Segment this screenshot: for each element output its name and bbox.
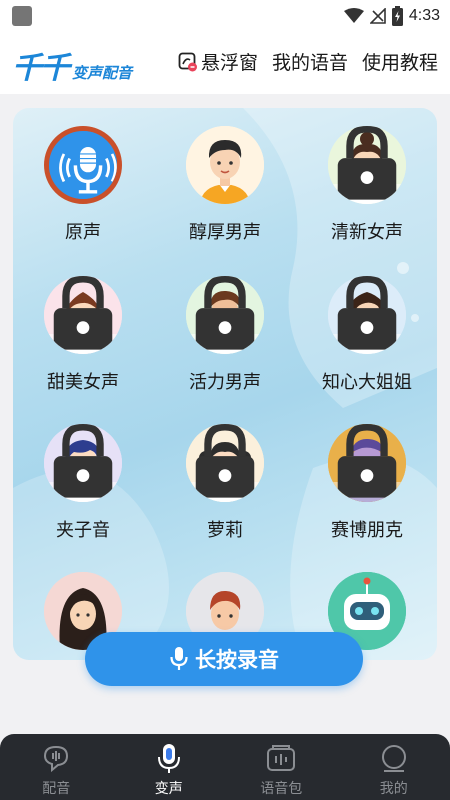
logo-sub-text: 变声配音 (72, 64, 133, 82)
voice-item-energetic-male[interactable]: 活力男声 (155, 276, 295, 394)
voice-label: 夹子音 (56, 520, 110, 541)
status-icons: 4:33 (343, 5, 440, 27)
tab-voice-pack[interactable]: 语音包 (225, 734, 338, 800)
lock-icon (337, 424, 397, 498)
my-voice-label: 我的语音 (271, 52, 348, 74)
voice-label: 甜美女声 (47, 372, 119, 393)
bottom-nav: 配音 变声 语音包 我的 (0, 734, 450, 800)
floating-window-button[interactable]: 悬浮窗 (178, 48, 258, 75)
record-button-label: 长按录音 (195, 648, 279, 672)
boy-green-avatar (186, 276, 264, 354)
wifi-icon (343, 8, 364, 23)
voice-item-cyberpunk[interactable]: 赛博朋克 (297, 424, 437, 542)
microphone-icon (49, 131, 117, 199)
logo-main-text: 千千 (12, 51, 70, 86)
voice-item-clip-voice[interactable]: 夹子音 (13, 424, 153, 542)
floating-window-icon (178, 52, 197, 71)
lock-icon (53, 276, 113, 350)
signal-icon (369, 8, 386, 24)
tab-profile[interactable]: 我的 (338, 734, 450, 800)
microphone-icon (170, 647, 188, 670)
status-bar: 4:33 (0, 0, 450, 32)
battery-icon (391, 6, 403, 26)
app-notification-icon (12, 6, 32, 26)
voice-label: 赛博朋克 (331, 520, 403, 541)
tab-voice-change[interactable]: 变声 (113, 734, 226, 800)
cyber-robot-avatar (328, 424, 406, 502)
dubbing-icon (44, 745, 69, 773)
man-avatar-illustration (186, 126, 264, 204)
app-logo: 千千 变声配音 (12, 46, 132, 86)
clock: 4:33 (408, 7, 440, 24)
man-orange-avatar (186, 126, 264, 204)
tab-label: 我的 (379, 781, 408, 797)
voice-item-loli[interactable]: 萝莉 (155, 424, 295, 542)
tutorial-link[interactable]: 使用教程 (362, 48, 438, 75)
lock-icon (195, 424, 255, 498)
voice-selection-card: 原声 醇厚男声 清新女声 甜美女声 活力男声 知心大姐姐 夹子音 萝莉 赛博朋克 (13, 108, 437, 660)
tab-label: 配音 (42, 781, 71, 797)
voice-label: 清新女声 (331, 222, 403, 243)
profile-icon (381, 745, 406, 772)
lock-icon (53, 424, 113, 498)
voice-item-sweet-female[interactable]: 甜美女声 (13, 276, 153, 394)
voice-label: 知心大姐姐 (322, 372, 412, 393)
voice-label: 萝莉 (207, 520, 243, 541)
voice-item-caring-sister[interactable]: 知心大姐姐 (297, 276, 437, 394)
voice-label: 活力男声 (189, 372, 261, 393)
header-nav: 悬浮窗 我的语音 使用教程 (178, 48, 438, 75)
hold-to-record-button[interactable]: 长按录音 (85, 632, 363, 686)
voice-label: 原声 (65, 222, 101, 243)
voice-item-fresh-female[interactable]: 清新女声 (297, 126, 437, 244)
girl-blue-hair-avatar (44, 424, 122, 502)
voice-change-mic-icon (157, 744, 180, 773)
voice-item-mellow-male[interactable]: 醇厚男声 (155, 126, 295, 244)
voice-pack-icon (267, 745, 296, 771)
microphone-avatar (44, 126, 122, 204)
app-header: 千千 变声配音 悬浮窗 我的语音 使用教程 (0, 32, 450, 94)
lock-icon (337, 276, 397, 350)
voice-item-original[interactable]: 原声 (13, 126, 153, 244)
tab-label: 语音包 (260, 781, 303, 797)
floating-window-label: 悬浮窗 (200, 52, 258, 74)
tutorial-label: 使用教程 (361, 52, 438, 74)
woman-bun-avatar (328, 126, 406, 204)
girl-pigtails-avatar (186, 424, 264, 502)
girl-glasses-avatar (44, 276, 122, 354)
lock-icon (337, 126, 397, 200)
woman-long-hair-avatar (328, 276, 406, 354)
lock-icon (195, 276, 255, 350)
tab-dubbing[interactable]: 配音 (0, 734, 113, 800)
tab-label: 变声 (154, 781, 183, 797)
my-voice-link[interactable]: 我的语音 (272, 48, 348, 75)
voice-label: 醇厚男声 (189, 222, 261, 243)
